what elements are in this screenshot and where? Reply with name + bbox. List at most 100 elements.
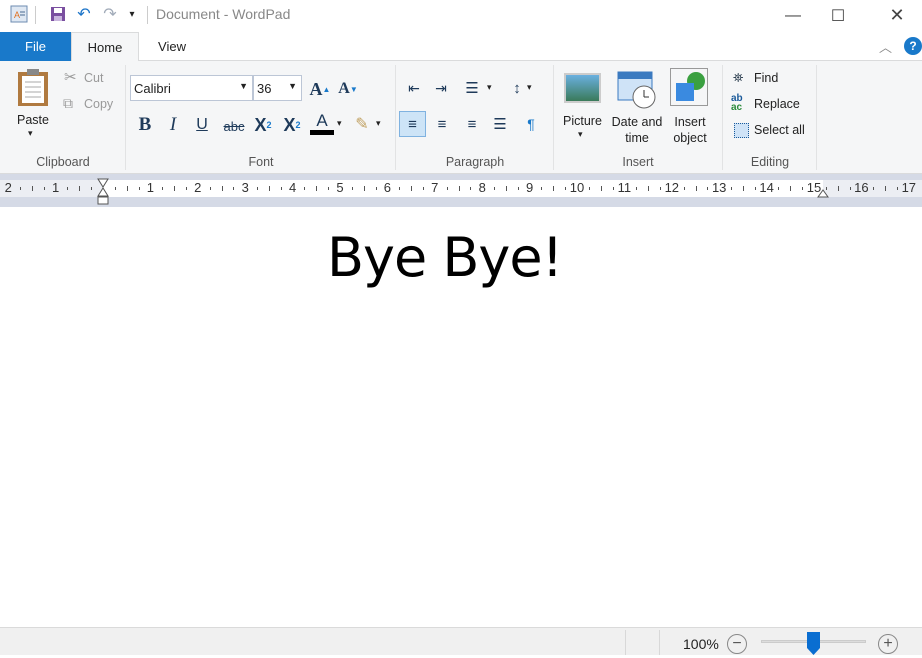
paste-icon[interactable]	[16, 68, 50, 111]
paste-dropdown-icon[interactable]: ▾	[28, 128, 33, 139]
bold-icon[interactable]: B	[133, 113, 157, 137]
undo-icon[interactable]: ↶	[74, 4, 94, 24]
ruler-label: 10	[569, 180, 585, 195]
ruler-label: 9	[525, 180, 534, 195]
ruler-tick	[588, 187, 590, 190]
line-spacing-dropdown-icon[interactable]: ▾	[527, 82, 532, 93]
customize-quick-access-icon[interactable]: ▾	[122, 4, 142, 24]
ruler-tick	[91, 187, 93, 190]
align-right-icon[interactable]: ≡	[460, 112, 484, 136]
insert-object-button[interactable]: Insert object	[668, 114, 712, 146]
ruler-tick	[79, 186, 81, 191]
font-color-dropdown-icon[interactable]: ▾	[337, 118, 342, 129]
help-icon[interactable]: ?	[904, 37, 922, 55]
paragraph-settings-icon[interactable]: ¶	[519, 112, 543, 136]
grow-font-icon[interactable]: A ▲	[308, 77, 332, 101]
increase-indent-icon[interactable]: ⇥	[429, 76, 453, 100]
font-color-icon[interactable]: A	[310, 111, 334, 135]
window-title: Document - WordPad	[156, 6, 291, 22]
ruler-label: 17	[901, 180, 917, 195]
bullet-dropdown-icon[interactable]: ▾	[487, 82, 492, 93]
zoom-out-button[interactable]: −	[727, 634, 747, 654]
ruler-tick	[221, 186, 223, 191]
ruler-label: 1	[51, 180, 60, 195]
highlight-dropdown-icon[interactable]: ▾	[376, 118, 381, 129]
tab-home[interactable]: Home	[71, 32, 139, 62]
underline-icon[interactable]: U	[190, 113, 214, 137]
ruler-tick	[648, 186, 650, 191]
indent-marker-handle[interactable]	[97, 178, 109, 205]
select-all-button[interactable]: Select all	[754, 123, 805, 137]
picture-dropdown-icon[interactable]: ▾	[578, 129, 583, 140]
picture-button[interactable]: Picture	[563, 114, 602, 128]
font-size-select[interactable]: 36 ▼	[253, 75, 302, 101]
subscript-icon[interactable]: X2	[251, 113, 275, 137]
date-time-icon[interactable]	[617, 70, 656, 109]
date-time-line1: Date and	[611, 115, 663, 129]
align-left-icon[interactable]: ≡	[399, 111, 426, 137]
paste-button[interactable]: Paste	[17, 113, 49, 127]
ruler-tick	[399, 187, 401, 190]
close-button[interactable]: ✕	[874, 0, 920, 31]
insert-object-icon[interactable]	[670, 68, 708, 106]
cut-button[interactable]: Cut	[84, 71, 103, 85]
picture-icon[interactable]	[564, 73, 601, 103]
italic-icon[interactable]: I	[161, 113, 185, 137]
ruler-tick	[162, 187, 164, 190]
ruler-tick	[375, 187, 377, 190]
strikethrough-icon[interactable]: abc	[221, 114, 247, 138]
ruler-tick	[233, 187, 235, 190]
ruler-label: 6	[383, 180, 392, 195]
font-family-select[interactable]: Calibri ▼	[130, 75, 253, 101]
collapse-ribbon-icon[interactable]: ︿	[879, 37, 892, 56]
ruler-tick	[268, 186, 270, 191]
highlight-icon[interactable]: ✎	[350, 112, 374, 136]
ruler-label: 2	[4, 180, 12, 195]
select-all-icon	[734, 123, 749, 138]
line-spacing-icon[interactable]: ↕	[505, 76, 529, 100]
ruler-tick	[411, 186, 413, 191]
clipboard-group-label: Clipboard	[36, 155, 90, 169]
divider	[816, 65, 817, 170]
find-button[interactable]: Find	[754, 71, 778, 85]
date-and-time-button[interactable]: Date and time	[610, 114, 664, 146]
ruler-tick	[209, 187, 211, 190]
tab-file[interactable]: File	[0, 32, 71, 61]
redo-icon[interactable]: ↷	[100, 4, 120, 24]
replace-button[interactable]: Replace	[754, 97, 800, 111]
tab-view[interactable]: View	[139, 32, 205, 61]
copy-button[interactable]: Copy	[84, 97, 113, 111]
right-indent-marker-handle[interactable]	[817, 188, 829, 198]
ruler-label: 4	[288, 180, 297, 195]
divider	[147, 6, 148, 24]
ruler-tick	[778, 187, 780, 190]
decrease-indent-icon[interactable]: ⇤	[402, 76, 426, 100]
ruler-tick	[185, 187, 187, 190]
ruler-tick	[304, 187, 306, 190]
document-text[interactable]: Bye Bye!	[327, 226, 563, 289]
ruler-tick	[541, 187, 543, 190]
ruler-tick	[659, 187, 661, 190]
save-icon[interactable]	[48, 4, 68, 24]
shrink-font-icon[interactable]: A ▼	[336, 77, 360, 101]
minimize-button[interactable]: —	[770, 0, 816, 31]
ruler-tick	[849, 187, 851, 190]
chevron-down-icon: ▼	[288, 81, 297, 91]
zoom-in-button[interactable]: +	[878, 634, 898, 654]
ruler-label: 1	[146, 180, 155, 195]
ruler-tick	[896, 187, 898, 190]
align-center-icon[interactable]: ≡	[430, 112, 454, 136]
wordpad-app-icon[interactable]: A	[9, 4, 29, 24]
ruler-tick	[695, 186, 697, 191]
ruler-label: 5	[336, 180, 344, 195]
maximize-button[interactable]: ☐	[815, 0, 861, 31]
zoom-slider-thumb[interactable]	[807, 632, 820, 655]
bullet-list-icon[interactable]: ☰	[460, 76, 484, 100]
insert-object-line1: Insert	[674, 115, 706, 129]
superscript-icon[interactable]: X2	[280, 113, 304, 137]
ruler-tick	[138, 187, 140, 190]
ruler-tick	[422, 187, 424, 190]
justify-icon[interactable]: ☰	[488, 112, 512, 136]
copy-icon: ⧉	[63, 95, 73, 111]
ruler-label: 12	[664, 180, 680, 195]
